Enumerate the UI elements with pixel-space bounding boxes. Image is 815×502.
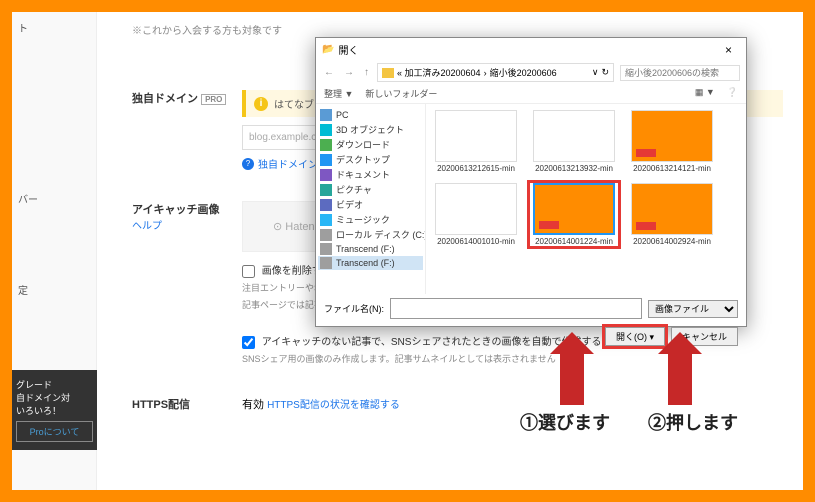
- tree-item[interactable]: ローカル ディスク (C:): [318, 227, 423, 242]
- file-grid: 20200613212615-min 20200613213932-min 2020…: [426, 104, 746, 294]
- upgrade-line: 自ドメイン対: [16, 391, 93, 404]
- pro-about-button[interactable]: Proについて: [16, 421, 93, 442]
- annotation-text-2: ②押します: [648, 409, 738, 435]
- folder-icon: [320, 169, 332, 181]
- file-item[interactable]: 20200614001010-min: [432, 183, 520, 246]
- up-icon[interactable]: ↑: [362, 67, 371, 78]
- dialog-footer: ファイル名(N): 画像ファイル: [316, 294, 746, 323]
- settings-sidebar: ト バー 定 グレード 自ドメイン対 いろいろ！ Proについて: [12, 12, 97, 490]
- sidebar-item[interactable]: バー: [12, 183, 96, 214]
- info-icon: i: [254, 97, 268, 111]
- upgrade-title: グレード: [16, 378, 93, 391]
- file-name: 20200613213932-min: [530, 164, 618, 173]
- eyecatch-help-link[interactable]: ヘルプ: [132, 217, 232, 232]
- dialog-titlebar: 📂 開く ×: [316, 38, 746, 61]
- close-icon[interactable]: ×: [717, 43, 740, 57]
- path-bar[interactable]: « 加工済み20200604 › 縮小後20200606 ∨↻: [377, 63, 614, 82]
- file-open-dialog: 📂 開く × ← → ↑ « 加工済み20200604 › 縮小後2020060…: [315, 37, 747, 327]
- https-status-link[interactable]: HTTPS配信の状況を確認する: [267, 400, 400, 411]
- folder-icon: [320, 184, 332, 196]
- folder-tree: PC3D オブジェクトダウンロードデスクトップドキュメントピクチャビデオミュージ…: [316, 104, 426, 294]
- file-item[interactable]: 20200613213932-min: [530, 110, 618, 173]
- file-item[interactable]: 20200613214121-min: [628, 110, 716, 173]
- folder-icon: [320, 229, 332, 241]
- annotation-arrow-1: [560, 350, 584, 405]
- annotation-arrow-2: [668, 350, 692, 405]
- file-thumbnail: [435, 183, 517, 235]
- back-icon[interactable]: ←: [322, 67, 336, 78]
- tree-item[interactable]: PC: [318, 108, 423, 122]
- view-icon[interactable]: ▦ ▼: [695, 87, 715, 100]
- sidebar-item[interactable]: ト: [12, 12, 96, 43]
- folder-icon: [320, 124, 332, 136]
- dialog-toolbar: 整理 ▼ 新しいフォルダー ▦ ▼ ❔: [316, 84, 746, 104]
- folder-icon: [320, 154, 332, 166]
- tree-item[interactable]: ピクチャ: [318, 182, 423, 197]
- dialog-title: 📂 開く: [322, 42, 358, 57]
- tree-item[interactable]: Transcend (F:): [318, 242, 423, 256]
- file-thumbnail: [533, 110, 615, 162]
- folder-icon: [320, 139, 332, 151]
- tree-item[interactable]: Transcend (F:): [318, 256, 423, 270]
- section-label: 独自ドメイン PRO: [132, 90, 232, 106]
- help-icon[interactable]: ❔: [727, 87, 738, 100]
- sidebar-item[interactable]: 定: [12, 274, 96, 305]
- pro-badge: PRO: [201, 94, 226, 105]
- file-thumbnail: [631, 183, 713, 235]
- upgrade-line: いろいろ！: [16, 404, 93, 417]
- folder-icon: [320, 199, 332, 211]
- newfolder-button[interactable]: 新しいフォルダー: [365, 87, 437, 100]
- folder-icon: [382, 68, 394, 78]
- upgrade-promo: グレード 自ドメイン対 いろいろ！ Proについて: [12, 370, 97, 450]
- file-item[interactable]: 20200614001224-min: [530, 183, 618, 246]
- desc-text: SNSシェア用の画像のみ作成します。記事サムネイルとしては表示されません: [242, 353, 783, 367]
- file-name: 20200613214121-min: [628, 164, 716, 173]
- file-thumbnail: [533, 183, 615, 235]
- filename-label: ファイル名(N):: [324, 302, 384, 315]
- tree-item[interactable]: ビデオ: [318, 197, 423, 212]
- tree-item[interactable]: デスクトップ: [318, 152, 423, 167]
- file-name: 20200614002924-min: [628, 237, 716, 246]
- folder-icon: [320, 257, 332, 269]
- tree-item[interactable]: ミュージック: [318, 212, 423, 227]
- file-name: 20200613212615-min: [432, 164, 520, 173]
- file-thumbnail: [435, 110, 517, 162]
- filetype-select[interactable]: 画像ファイル: [648, 300, 738, 318]
- dialog-navbar: ← → ↑ « 加工済み20200604 › 縮小後20200606 ∨↻: [316, 61, 746, 84]
- filename-input[interactable]: [390, 298, 642, 319]
- folder-icon: [320, 214, 332, 226]
- section-label: アイキャッチ画像 ヘルプ: [132, 201, 232, 232]
- https-status: 有効: [242, 399, 264, 411]
- file-item[interactable]: 20200614002924-min: [628, 183, 716, 246]
- forward-icon[interactable]: →: [342, 67, 356, 78]
- search-input[interactable]: [620, 65, 740, 81]
- file-thumbnail: [631, 110, 713, 162]
- open-button[interactable]: 開く(O) ▾: [605, 327, 665, 346]
- annotation-text-1: ①選びます: [520, 409, 610, 435]
- tree-item[interactable]: 3D オブジェクト: [318, 122, 423, 137]
- folder-icon: [320, 109, 332, 121]
- file-name: 20200614001010-min: [432, 237, 520, 246]
- note-text: ※これから入会する方も対象です: [132, 22, 783, 37]
- folder-icon: [320, 243, 332, 255]
- file-item[interactable]: 20200613212615-min: [432, 110, 520, 173]
- organize-menu[interactable]: 整理 ▼: [324, 87, 353, 100]
- section-label: HTTPS配信: [132, 396, 232, 412]
- remove-image-checkbox[interactable]: [242, 265, 255, 278]
- auto-eyecatch-checkbox[interactable]: [242, 336, 255, 349]
- file-name: 20200614001224-min: [530, 237, 618, 246]
- tree-item[interactable]: ダウンロード: [318, 137, 423, 152]
- tree-item[interactable]: ドキュメント: [318, 167, 423, 182]
